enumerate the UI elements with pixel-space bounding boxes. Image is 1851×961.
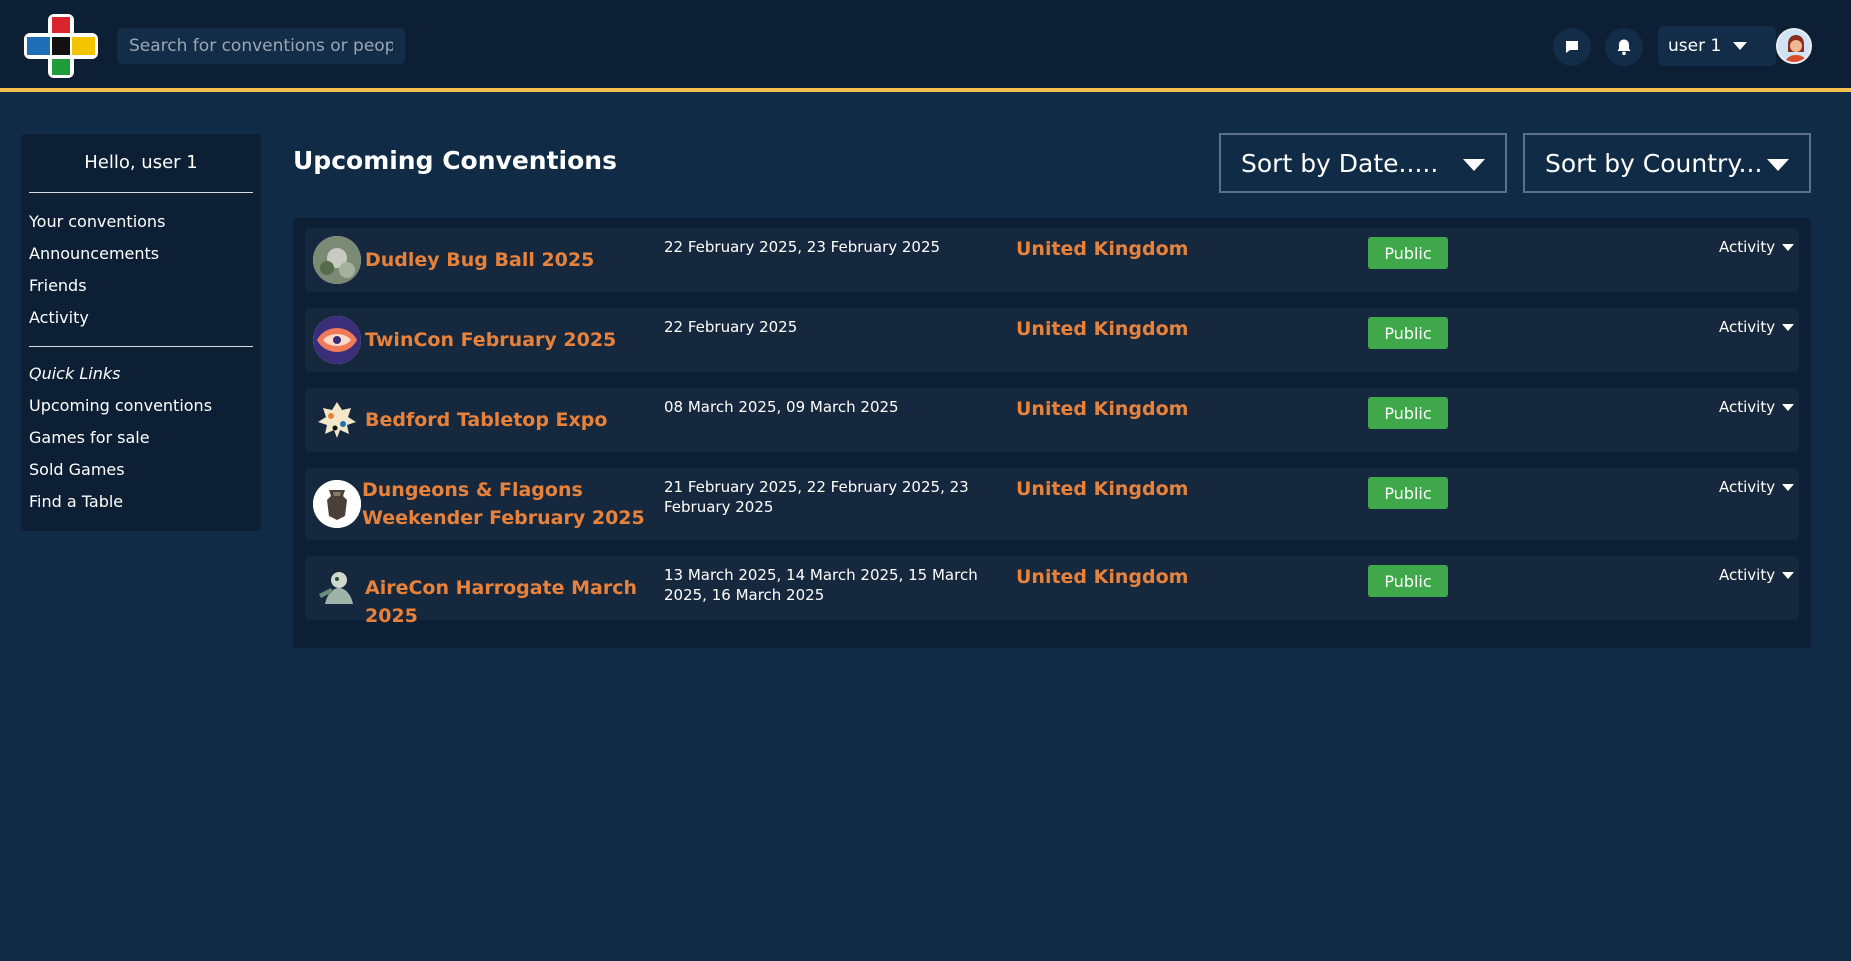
convention-name-link[interactable]: Dudley Bug Ball 2025: [365, 246, 665, 274]
chat-icon: [1566, 41, 1578, 53]
status-badge: Public: [1368, 477, 1448, 509]
convention-name-link[interactable]: TwinCon February 2025: [365, 326, 665, 354]
bell-icon: [1617, 39, 1631, 56]
logo-icon[interactable]: [24, 14, 98, 78]
convention-dates: 13 March 2025, 14 March 2025, 15 March 2…: [664, 566, 978, 604]
status-badge: Public: [1368, 397, 1448, 429]
list-item: Dudley Bug Ball 2025 22 February 2025, 2…: [305, 228, 1799, 292]
top-bar: user 1: [0, 0, 1851, 92]
convention-dates: 22 February 2025: [664, 318, 798, 336]
chevron-down-icon: [1767, 159, 1789, 171]
search-input[interactable]: [117, 28, 405, 64]
status-badge: Public: [1368, 237, 1448, 269]
conventions-list: Dudley Bug Ball 2025 22 February 2025, 2…: [293, 218, 1811, 648]
sidebar-item-upcoming-conventions[interactable]: Upcoming conventions: [29, 396, 212, 415]
activity-dropdown[interactable]: Activity: [1719, 238, 1795, 256]
convention-thumbnail: [313, 236, 361, 284]
convention-thumbnail: [313, 564, 361, 612]
convention-thumbnail: [313, 316, 361, 364]
activity-dropdown[interactable]: Activity: [1719, 478, 1795, 496]
sort-by-country-label: Sort by Country...: [1545, 148, 1763, 178]
activity-dropdown[interactable]: Activity: [1719, 318, 1795, 336]
list-item: Bedford Tabletop Expo 08 March 2025, 09 …: [305, 388, 1799, 452]
list-item: TwinCon February 2025 22 February 2025 U…: [305, 308, 1799, 372]
convention-dates: 08 March 2025, 09 March 2025: [664, 398, 899, 416]
convention-name-link[interactable]: AireCon Harrogate March 2025: [365, 574, 665, 630]
sort-by-date-dropdown[interactable]: Sort by Date.....: [1219, 133, 1507, 193]
chevron-down-icon: [1733, 42, 1748, 50]
page-title: Upcoming Conventions: [293, 146, 617, 175]
sidebar-item-friends[interactable]: Friends: [29, 276, 87, 295]
divider: [29, 192, 253, 193]
convention-name-link[interactable]: Bedford Tabletop Expo: [365, 406, 665, 434]
sort-by-date-label: Sort by Date.....: [1241, 148, 1439, 178]
convention-dates: 22 February 2025, 23 February 2025: [664, 238, 941, 256]
sort-by-country-dropdown[interactable]: Sort by Country...: [1523, 133, 1811, 193]
convention-country-link[interactable]: United Kingdom: [1016, 238, 1188, 260]
avatar[interactable]: [1776, 28, 1812, 64]
convention-country-link[interactable]: United Kingdom: [1016, 566, 1188, 588]
chevron-down-icon: [1782, 323, 1795, 331]
convention-dates: 21 February 2025, 22 February 2025, 23 F…: [664, 478, 969, 516]
chevron-down-icon: [1782, 483, 1795, 491]
chevron-down-icon: [1782, 571, 1795, 579]
activity-dropdown[interactable]: Activity: [1719, 566, 1795, 584]
sidebar: Hello, user 1 Your conventions Announcem…: [21, 134, 261, 531]
status-badge: Public: [1368, 565, 1448, 597]
activity-label: Activity: [1719, 478, 1776, 496]
convention-name-link[interactable]: Dungeons & Flagons Weekender February 20…: [362, 476, 672, 532]
activity-label: Activity: [1719, 238, 1776, 256]
sidebar-item-games-for-sale[interactable]: Games for sale: [29, 428, 150, 447]
convention-country-link[interactable]: United Kingdom: [1016, 398, 1188, 420]
activity-label: Activity: [1719, 566, 1776, 584]
activity-dropdown[interactable]: Activity: [1719, 398, 1795, 416]
notifications-button[interactable]: [1605, 28, 1643, 66]
convention-thumbnail: [313, 480, 361, 528]
sidebar-item-your-conventions[interactable]: Your conventions: [29, 212, 165, 231]
sidebar-item-announcements[interactable]: Announcements: [29, 244, 159, 263]
chevron-down-icon: [1463, 159, 1485, 171]
sidebar-item-find-a-table[interactable]: Find a Table: [29, 492, 123, 511]
sidebar-item-sold-games[interactable]: Sold Games: [29, 460, 125, 479]
convention-country-link[interactable]: United Kingdom: [1016, 318, 1188, 340]
sidebar-item-activity[interactable]: Activity: [29, 308, 89, 327]
status-badge: Public: [1368, 317, 1448, 349]
divider: [29, 346, 253, 347]
list-item: Dungeons & Flagons Weekender February 20…: [305, 468, 1799, 540]
activity-label: Activity: [1719, 318, 1776, 336]
convention-country-link[interactable]: United Kingdom: [1016, 478, 1188, 500]
messages-button[interactable]: [1553, 28, 1591, 66]
chevron-down-icon: [1782, 403, 1795, 411]
list-item: AireCon Harrogate March 2025 13 March 20…: [305, 556, 1799, 627]
user-menu-dropdown[interactable]: user 1: [1658, 26, 1776, 66]
user-name: user 1: [1668, 36, 1722, 56]
convention-thumbnail: [313, 396, 361, 444]
quick-links-heading: Quick Links: [29, 364, 121, 383]
activity-label: Activity: [1719, 398, 1776, 416]
chevron-down-icon: [1782, 243, 1795, 251]
greeting: Hello, user 1: [84, 152, 198, 173]
